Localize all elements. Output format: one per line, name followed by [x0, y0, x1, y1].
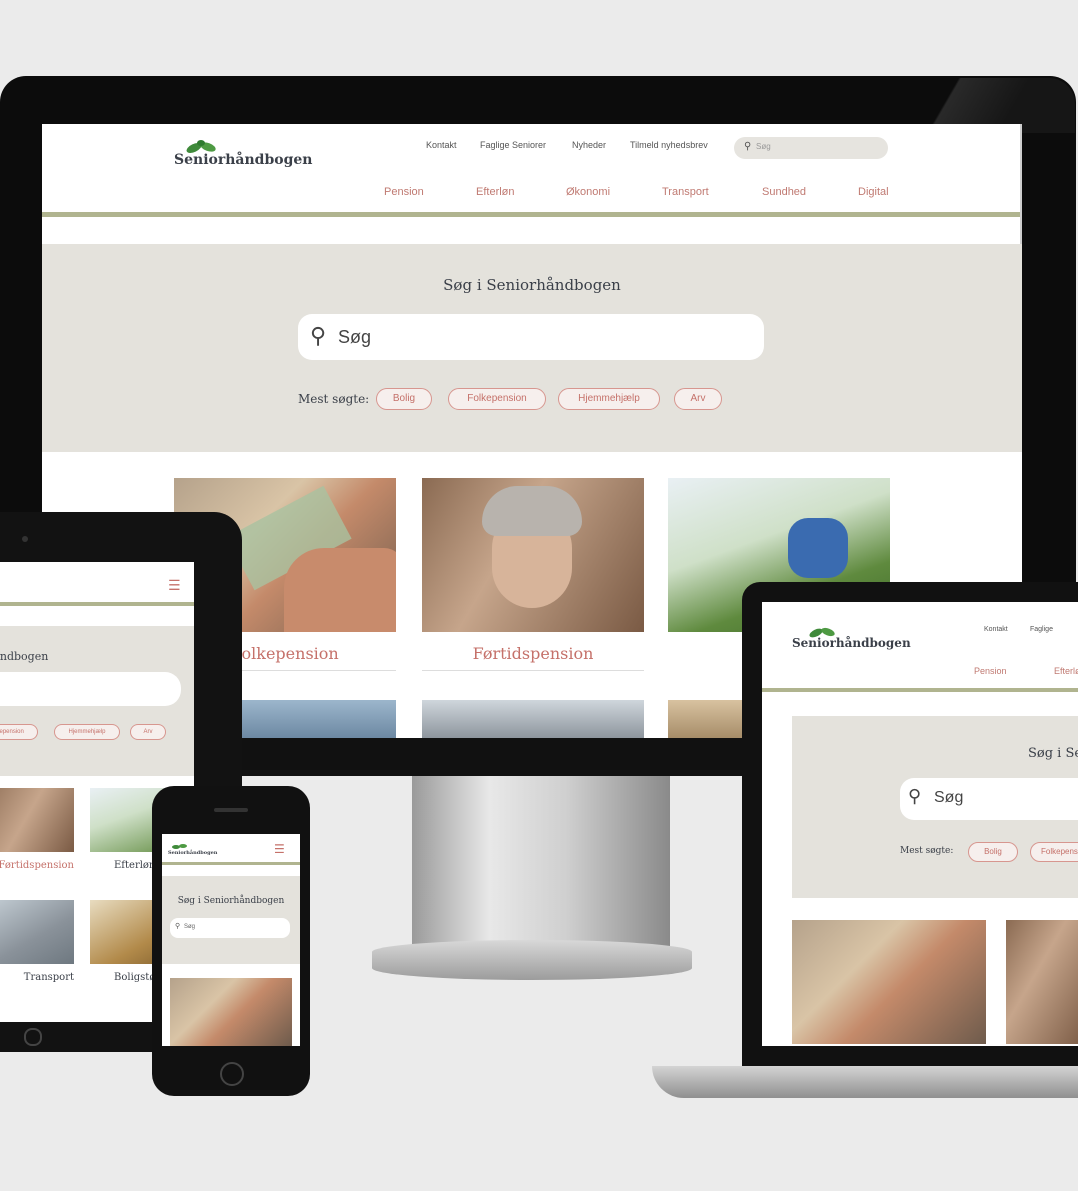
laptop-nav-pension[interactable]: Pension — [974, 666, 1007, 676]
gardener-image — [788, 518, 848, 578]
phone-search-input[interactable]: ⚲ Søg — [170, 918, 290, 938]
card-rule — [422, 670, 644, 671]
header-search-placeholder: Søg — [756, 142, 771, 151]
logo-text: Seniorhåndbogen — [174, 152, 313, 168]
laptop-top-link-kontakt[interactable]: Kontakt — [984, 626, 1008, 633]
laptop-logo-text[interactable]: Seniorhåndbogen — [792, 636, 911, 650]
nav-transport[interactable]: Transport — [662, 186, 709, 198]
top-link-kontakt[interactable]: Kontakt — [426, 140, 457, 150]
laptop-nav-efterlon[interactable]: Efterløn — [1054, 666, 1078, 676]
hamburger-icon[interactable]: ☰ — [168, 578, 181, 594]
tablet-card-title-3[interactable]: Transport — [0, 972, 74, 983]
laptop-header-rule — [762, 688, 1078, 692]
top-link-nyhedsbrev[interactable]: Tilmeld nyhedsbrev — [630, 140, 708, 150]
search-icon: ⚲ — [175, 923, 181, 930]
hamburger-icon[interactable]: ☰ — [274, 842, 285, 856]
card-title-fortidspension[interactable]: Førtidspension — [422, 644, 644, 663]
leaf-logo-icon — [172, 844, 187, 849]
tablet-chip-hjemmehjaelp[interactable]: Hjemmehjælp — [54, 724, 120, 740]
hero-title: Søg i Seniorhåndbogen — [443, 276, 621, 294]
card-image-fortidspension[interactable] — [422, 478, 644, 632]
search-icon: ⚲ — [744, 141, 752, 152]
phone-home-button[interactable] — [220, 1062, 244, 1086]
chip-bolig[interactable]: Bolig — [376, 388, 432, 410]
phone-hero-title: Søg i Seniorhåndbogen — [177, 896, 285, 906]
tablet-card-image-1[interactable] — [0, 788, 74, 852]
header-search-input[interactable]: ⚲ Søg — [734, 137, 888, 159]
tablet-search-input[interactable] — [0, 672, 181, 706]
laptop-most-searched-label: Mest søgte: — [900, 846, 954, 856]
phone-device: Seniorhåndbogen ☰ Søg i Seniorhåndbogen … — [152, 786, 310, 1096]
phone-search-placeholder: Søg — [184, 924, 196, 930]
tablet-chip-arv[interactable]: Arv — [130, 724, 166, 740]
laptop-card-image-2[interactable] — [1006, 920, 1078, 1044]
hero-section: Søg i Seniorhåndbogen ⚲ Søg Mest søgte: … — [42, 244, 1022, 452]
tablet-header-rule — [0, 602, 194, 606]
site-logo[interactable]: Seniorhåndbogen — [174, 138, 312, 168]
top-link-faglige-seniorer[interactable]: Faglige Seniorer — [480, 140, 546, 150]
laptop-chip-folkepension[interactable]: Folkepension — [1030, 842, 1078, 862]
tablet-camera — [22, 536, 28, 542]
nav-efterlon[interactable]: Efterløn — [476, 186, 515, 198]
phone-header-rule — [162, 862, 300, 865]
hero-search-input[interactable]: ⚲ Søg — [298, 314, 764, 360]
hero-search-placeholder: Søg — [338, 327, 372, 347]
laptop-chip-bolig[interactable]: Bolig — [968, 842, 1018, 862]
nav-pension[interactable]: Pension — [384, 186, 424, 198]
nav-okonomi[interactable]: Økonomi — [566, 186, 610, 198]
hand-image — [284, 548, 396, 632]
laptop-card-image-1[interactable] — [792, 920, 986, 1044]
tablet-card-image-3[interactable] — [0, 900, 74, 964]
monitor-stand — [412, 776, 670, 946]
tablet-home-button[interactable] — [24, 1028, 42, 1046]
monitor-stand-base — [372, 940, 692, 980]
chip-hjemmehjaelp[interactable]: Hjemmehjælp — [558, 388, 660, 410]
tablet-hero-title: Søg i Seniorhåndbogen — [0, 650, 49, 663]
card-image-row2-2[interactable] — [422, 700, 644, 738]
laptop-top-link-faglige[interactable]: Faglige — [1030, 626, 1053, 633]
laptop-hero-title: Søg i Seniorhåndbogen — [1028, 746, 1078, 761]
chip-folkepension[interactable]: Folkepension — [448, 388, 546, 410]
header-rule — [42, 212, 1022, 217]
top-link-nyheder[interactable]: Nyheder — [572, 140, 606, 150]
nav-digital[interactable]: Digital — [858, 186, 889, 198]
phone-screen: Seniorhåndbogen ☰ Søg i Seniorhåndbogen … — [162, 834, 300, 1046]
most-searched-label: Mest søgte: — [298, 392, 370, 406]
phone-logo-text[interactable]: Seniorhåndbogen — [168, 850, 217, 856]
hair-image — [482, 486, 582, 536]
search-icon: ⚲ — [310, 323, 327, 348]
nav-sundhed[interactable]: Sundhed — [762, 186, 806, 198]
tablet-card-title-1[interactable]: Førtidspension — [0, 860, 74, 871]
tablet-chip-folkepension[interactable]: Folkepension — [0, 724, 38, 740]
search-icon: ⚲ — [908, 786, 922, 806]
laptop-base — [652, 1066, 1078, 1098]
laptop-screen: Seniorhåndbogen Kontakt Faglige Pension … — [762, 602, 1078, 1046]
laptop-search-placeholder: Søg — [934, 789, 964, 806]
chip-arv[interactable]: Arv — [674, 388, 722, 410]
phone-speaker — [214, 808, 248, 812]
laptop-search-input[interactable]: ⚲ Søg — [900, 778, 1078, 820]
phone-card-image[interactable] — [170, 978, 292, 1046]
